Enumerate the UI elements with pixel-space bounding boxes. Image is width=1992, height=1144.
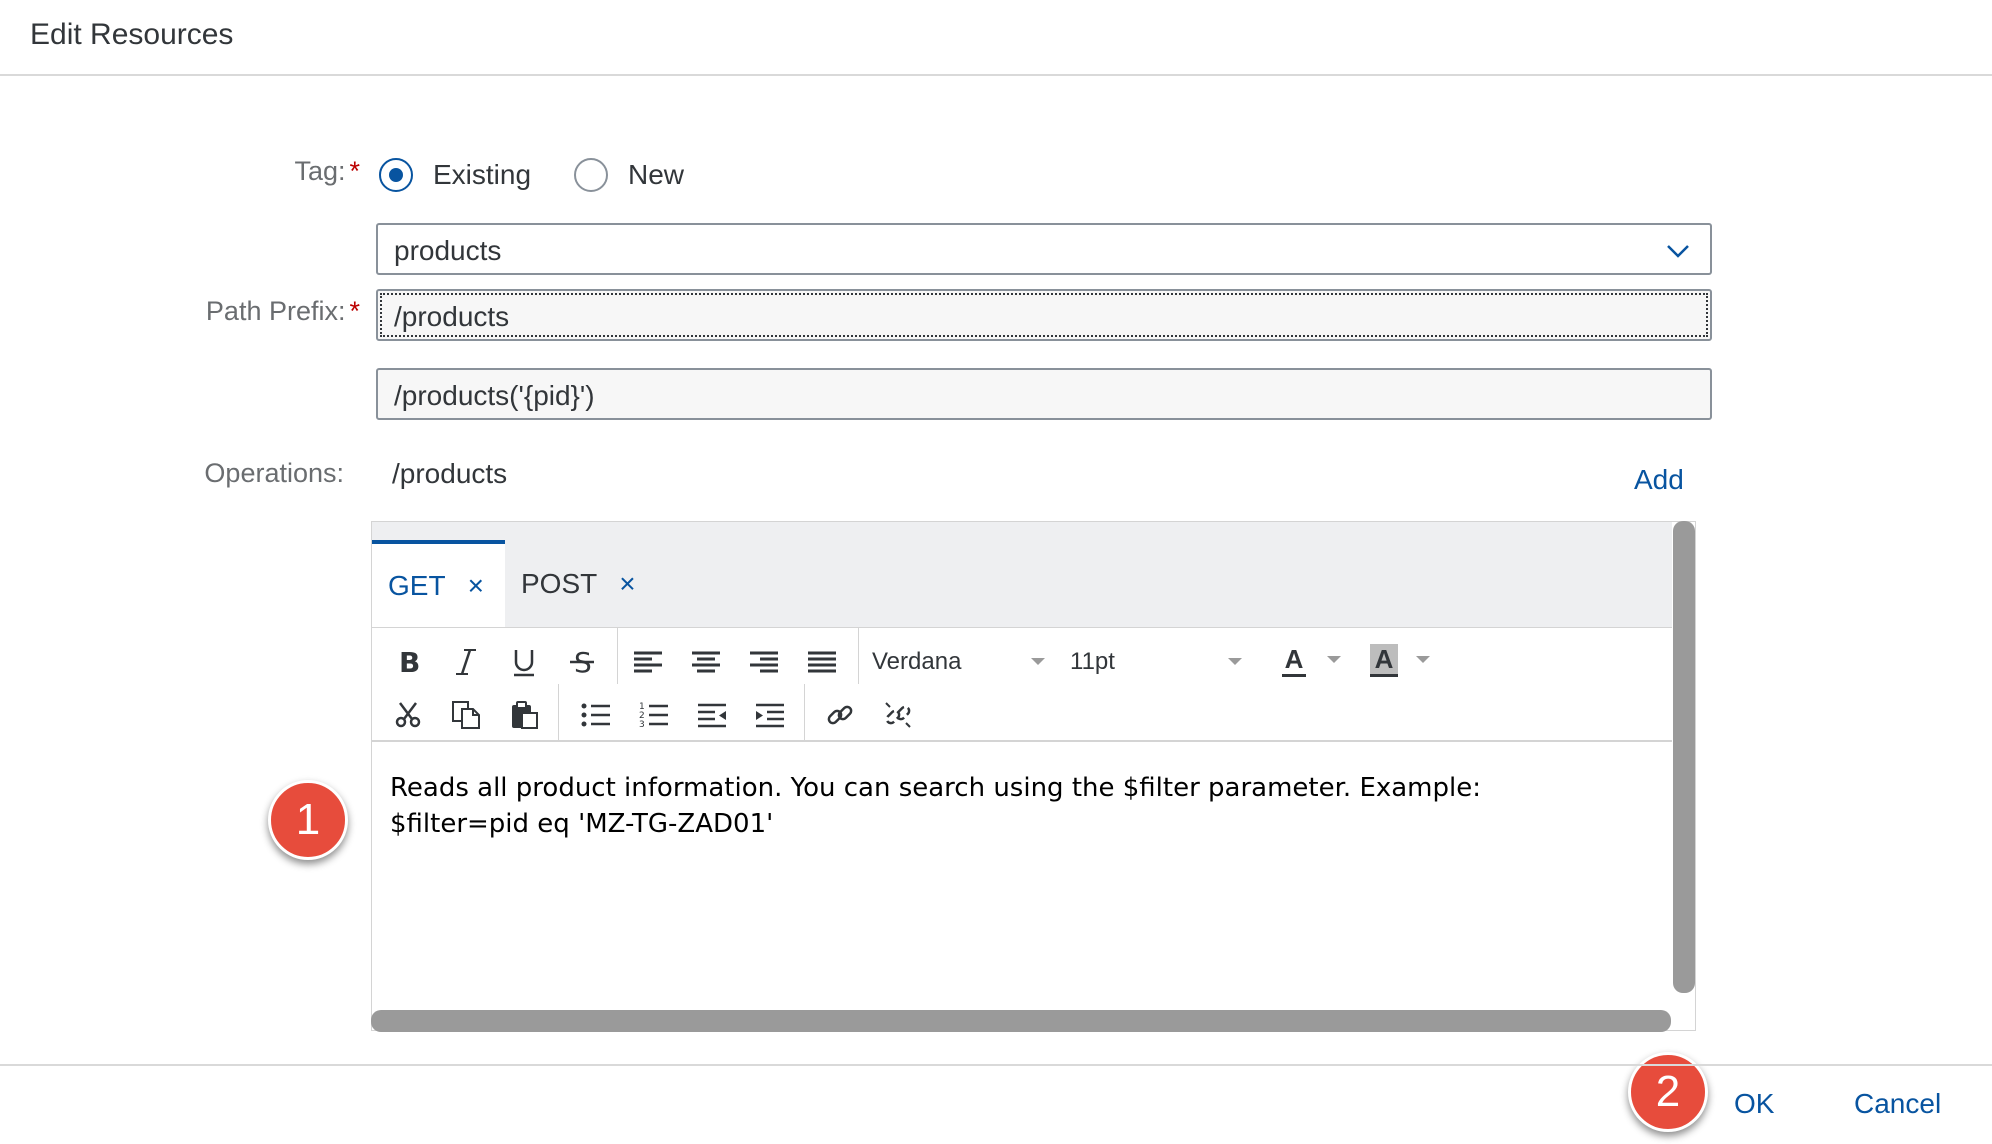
text-color-glyph: A <box>1281 644 1307 677</box>
underline-icon[interactable] <box>502 640 546 684</box>
editor-content-line: $filter=pid eq 'MZ-TG-ZAD01' <box>390 809 774 839</box>
cut-icon[interactable] <box>386 693 430 737</box>
bullet-list-icon[interactable] <box>574 693 618 737</box>
editor-toolbar: B S Verdana 11pt A A 1 2 3 <box>372 627 1672 742</box>
required-mark: * <box>349 296 360 326</box>
font-size-select[interactable]: 11pt <box>1070 648 1115 676</box>
font-size-caret-icon[interactable] <box>1228 658 1242 665</box>
copy-icon[interactable] <box>444 693 488 737</box>
path-prefix-input[interactable]: /products <box>376 289 1712 341</box>
close-icon[interactable]: × <box>619 568 635 600</box>
callout-badge-1: 1 <box>268 780 348 860</box>
close-icon[interactable]: × <box>468 570 484 602</box>
numbered-list-icon[interactable]: 123 <box>632 693 676 737</box>
outdent-icon[interactable] <box>690 693 734 737</box>
radio-new[interactable]: New <box>574 158 684 192</box>
operations-label: Operations: <box>204 458 344 488</box>
background-color-icon[interactable]: A <box>1362 638 1406 682</box>
path-secondary-value: /products('{pid}') <box>394 380 595 411</box>
cancel-button[interactable]: Cancel <box>1854 1088 1941 1120</box>
font-family-caret-icon[interactable] <box>1031 658 1045 665</box>
align-left-icon[interactable] <box>626 640 670 684</box>
editor-content[interactable]: Reads all product information. You can s… <box>390 770 1650 842</box>
svg-text:B: B <box>399 647 420 677</box>
font-family-value: Verdana <box>872 648 962 675</box>
italic-icon[interactable] <box>444 640 488 684</box>
align-right-icon[interactable] <box>742 640 786 684</box>
vertical-scrollbar[interactable] <box>1673 521 1695 993</box>
font-family-select[interactable]: Verdana <box>872 648 961 676</box>
link-icon[interactable] <box>818 693 862 737</box>
text-color-caret-icon[interactable] <box>1327 656 1341 663</box>
bold-icon[interactable]: B <box>386 640 430 684</box>
background-color-caret-icon[interactable] <box>1416 656 1430 663</box>
required-mark: * <box>349 156 360 186</box>
radio-new-label: New <box>628 159 685 190</box>
dialog-footer: OK Cancel <box>0 1064 1992 1144</box>
font-size-value: 11pt <box>1070 648 1115 675</box>
tab-post[interactable]: POST × <box>505 540 655 627</box>
strikethrough-icon[interactable]: S <box>560 640 604 684</box>
ok-button[interactable]: OK <box>1734 1088 1774 1120</box>
tab-get-label: GET <box>388 569 446 601</box>
path-prefix-label-text: Path Prefix: <box>205 296 346 326</box>
dialog-title: Edit Resources <box>30 18 234 51</box>
editor-content-line: Reads all product information. You can s… <box>390 773 1481 803</box>
tab-post-label: POST <box>521 567 598 599</box>
radio-existing[interactable]: Existing <box>379 158 531 192</box>
tab-get[interactable]: GET × <box>372 540 505 627</box>
unlink-icon[interactable] <box>876 693 920 737</box>
tag-select-value: products <box>394 235 502 266</box>
indent-icon[interactable] <box>748 693 792 737</box>
path-secondary-field[interactable]: /products('{pid}') <box>376 368 1712 420</box>
radio-new-circle[interactable] <box>574 158 608 192</box>
paste-icon[interactable] <box>502 693 546 737</box>
operations-path: /products <box>392 458 508 489</box>
text-color-icon[interactable]: A <box>1272 638 1316 682</box>
horizontal-scrollbar[interactable] <box>371 1010 1671 1032</box>
tag-select[interactable]: products <box>376 223 1712 275</box>
path-prefix-value: /products <box>394 301 510 332</box>
operation-tabbar: GET × POST × <box>372 522 1672 627</box>
radio-existing-label: Existing <box>433 159 532 190</box>
radio-existing-circle[interactable] <box>379 158 413 192</box>
background-color-glyph: A <box>1369 643 1399 677</box>
tag-label-text: Tag: <box>294 156 346 186</box>
svg-text:3: 3 <box>639 720 645 729</box>
path-prefix-label: Path Prefix: * <box>150 296 360 327</box>
tag-label: Tag: * <box>200 156 360 187</box>
rich-text-editor: GET × POST × B S Verdana 11pt A A 1 2 3 … <box>371 521 1696 1031</box>
add-button[interactable]: Add <box>1634 464 1684 496</box>
dialog-header: Edit Resources <box>0 0 1992 76</box>
chevron-down-icon[interactable] <box>1664 237 1692 265</box>
align-center-icon[interactable] <box>684 640 728 684</box>
align-justify-icon[interactable] <box>800 640 844 684</box>
